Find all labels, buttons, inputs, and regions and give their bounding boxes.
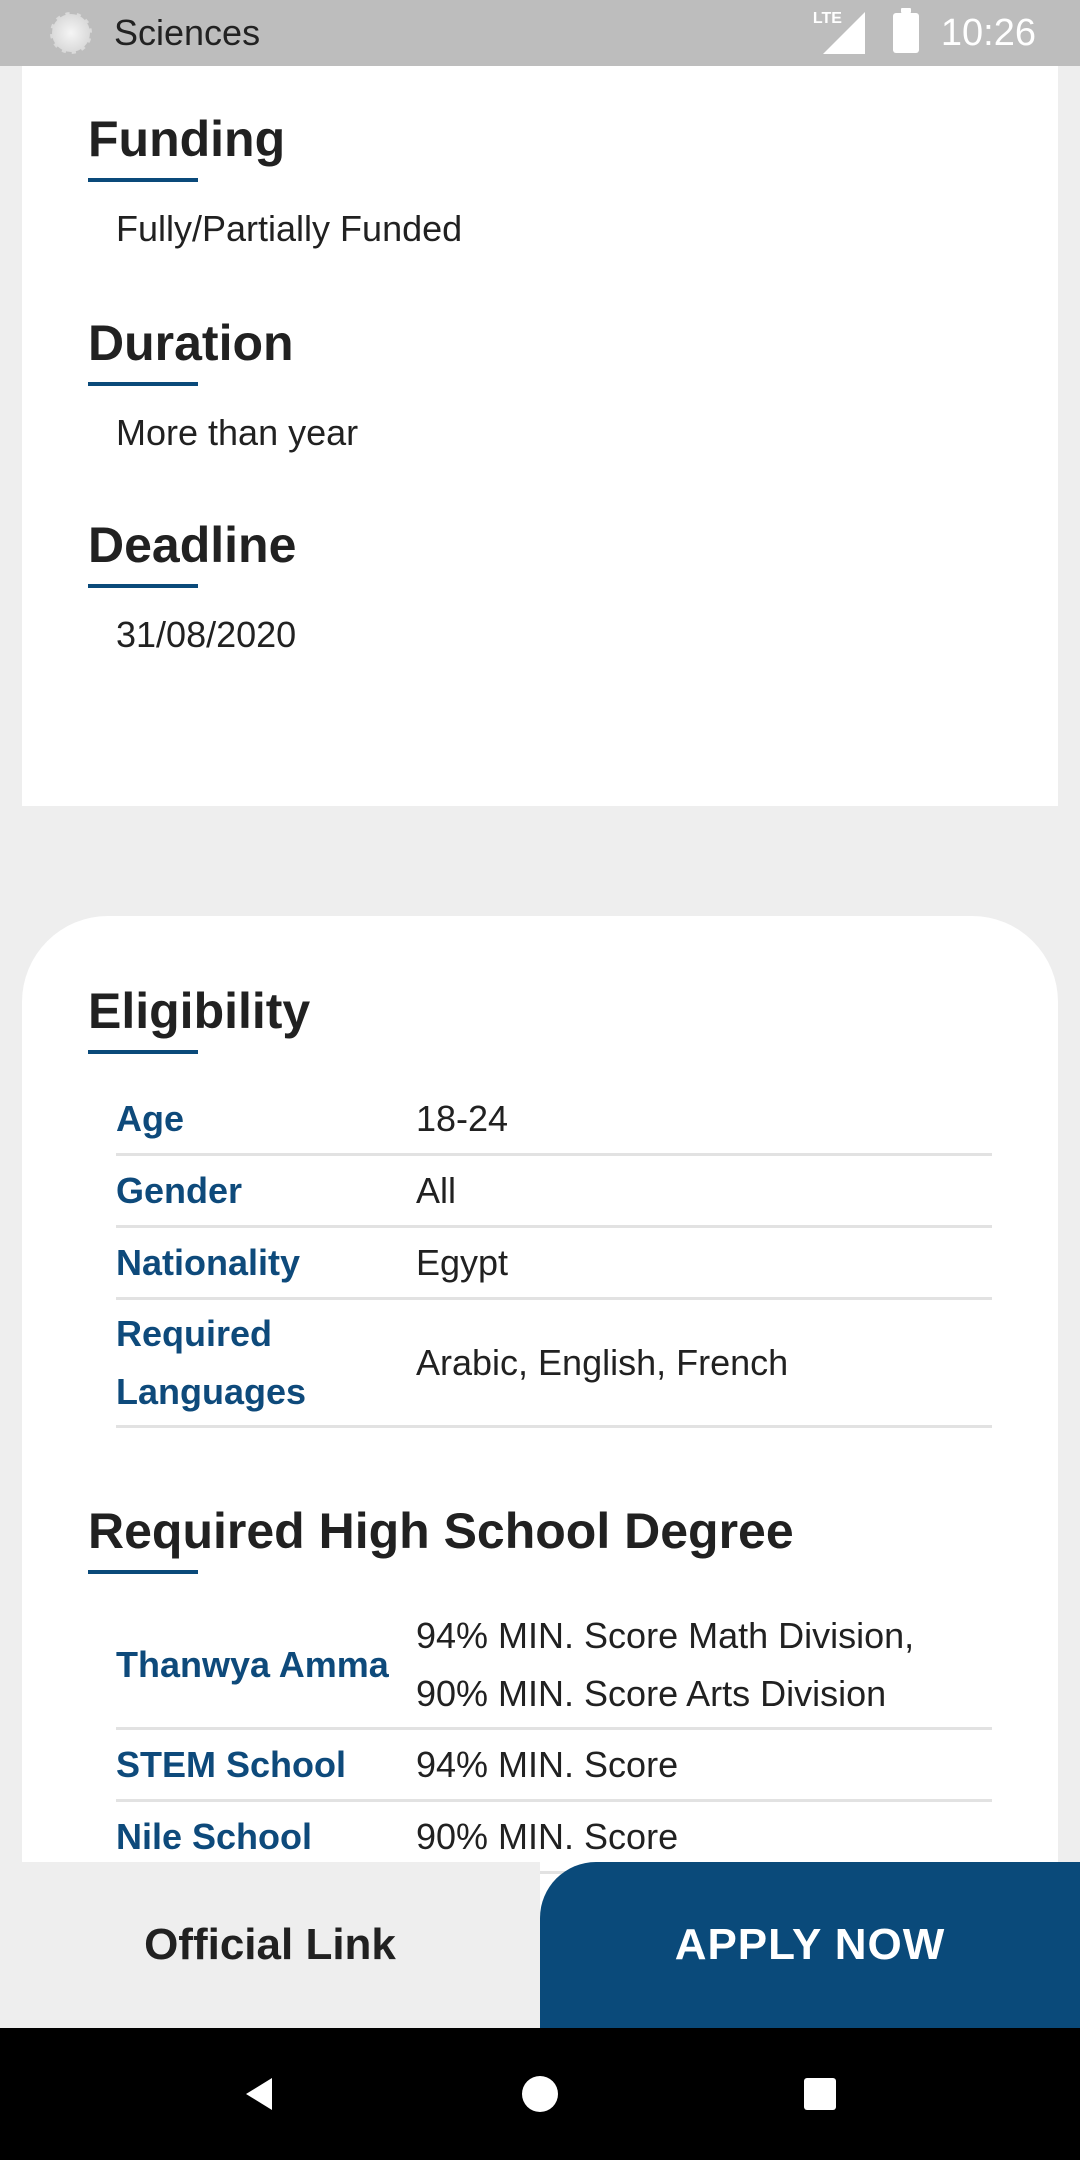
high-school-section: Required High School Degree xyxy=(88,1502,794,1574)
details-card: Funding Fully/Partially Funded Duration … xyxy=(22,66,1058,806)
status-app-title: Sciences xyxy=(114,12,261,53)
apply-now-button[interactable]: APPLY NOW xyxy=(540,1862,1080,2028)
duration-heading: Duration xyxy=(88,315,294,371)
deadline-value: 31/08/2020 xyxy=(116,614,297,655)
eligibility-label-gender: Gender xyxy=(116,1169,243,1211)
eligibility-section: Eligibility xyxy=(88,982,310,1054)
eligibility-value-gender: All xyxy=(416,1169,457,1211)
heading-underline xyxy=(88,1050,198,1054)
duration-section: Duration More than year xyxy=(88,314,358,454)
eligibility-value-languages: Arabic, English, French xyxy=(416,1341,789,1383)
eligibility-label-languages: Required Languages xyxy=(116,1312,307,1412)
table-row: Required Languages Arabic, English, Fren… xyxy=(116,1300,992,1428)
degree-label-stem: STEM School xyxy=(116,1743,347,1785)
eligibility-value-age: 18-24 xyxy=(416,1097,509,1139)
status-bar: Sciences LTE 10:26 xyxy=(0,0,1080,66)
eligibility-value-nationality: Egypt xyxy=(416,1241,509,1283)
battery-icon xyxy=(892,8,919,53)
table-row: Nationality Egypt xyxy=(116,1228,992,1300)
lte-signal-icon: LTE xyxy=(813,10,865,54)
table-row: Gender All xyxy=(116,1156,992,1228)
system-nav-bar xyxy=(0,2028,1080,2160)
high-school-table: Thanwya Amma 94% MIN. Score Math Divisio… xyxy=(116,1602,992,1874)
funding-value: Fully/Partially Funded xyxy=(116,208,463,249)
degree-value-thanwya: 94% MIN. Score Math Division, 90% MIN. S… xyxy=(416,1614,915,1714)
eligibility-card: Eligibility Age 18-24 Gender All Nationa… xyxy=(22,916,1058,1916)
degree-label-nile: Nile School xyxy=(116,1815,313,1857)
official-link-button[interactable]: Official Link xyxy=(0,1862,540,2028)
table-row: STEM School 94% MIN. Score xyxy=(116,1730,992,1802)
eligibility-heading: Eligibility xyxy=(88,983,311,1039)
app-status-icon xyxy=(50,12,92,54)
funding-section: Funding Fully/Partially Funded xyxy=(88,110,462,250)
home-icon[interactable] xyxy=(500,2054,580,2134)
eligibility-label-nationality: Nationality xyxy=(116,1241,301,1283)
heading-underline xyxy=(88,382,198,386)
deadline-heading: Deadline xyxy=(88,517,297,573)
status-time: 10:26 xyxy=(940,11,1036,54)
heading-underline xyxy=(88,1570,198,1574)
deadline-section: Deadline 31/08/2020 xyxy=(88,516,296,656)
eligibility-table: Age 18-24 Gender All Nationality Egypt R… xyxy=(116,1084,992,1428)
degree-value-nile: 90% MIN. Score xyxy=(416,1815,679,1857)
heading-underline xyxy=(88,584,198,588)
high-school-heading: Required High School Degree xyxy=(88,1503,794,1559)
table-row: Age 18-24 xyxy=(116,1084,992,1156)
duration-value: More than year xyxy=(116,412,359,453)
back-icon[interactable] xyxy=(220,2054,300,2134)
funding-heading: Funding xyxy=(88,111,286,167)
table-row: Thanwya Amma 94% MIN. Score Math Divisio… xyxy=(116,1602,992,1730)
eligibility-label-age: Age xyxy=(116,1097,185,1139)
heading-underline xyxy=(88,178,198,182)
recents-icon[interactable] xyxy=(780,2054,860,2134)
degree-label-thanwya: Thanwya Amma xyxy=(116,1643,389,1685)
degree-value-stem: 94% MIN. Score xyxy=(416,1743,679,1785)
action-bar: Official Link APPLY NOW xyxy=(0,1862,1080,2028)
